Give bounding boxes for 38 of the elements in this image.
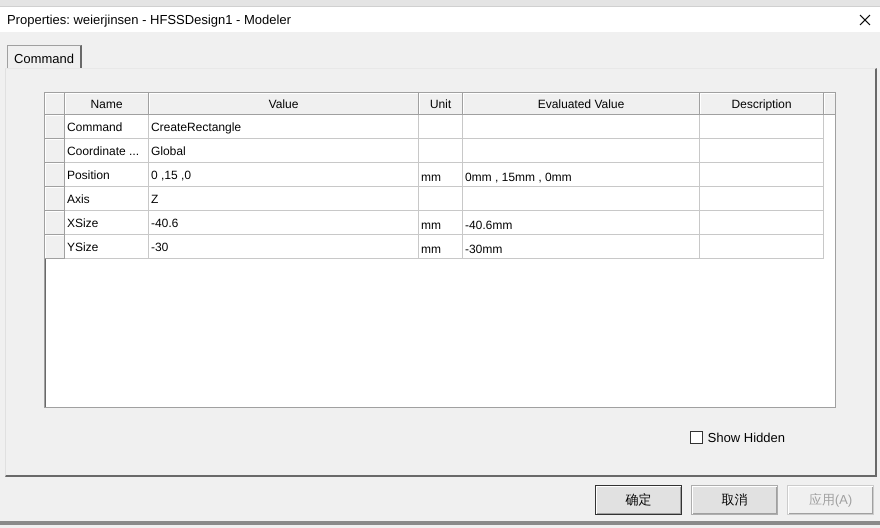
table-cell: CreateRectangle (149, 115, 419, 139)
column-header[interactable]: Name (65, 93, 149, 115)
table-cell: Command (65, 115, 149, 139)
close-icon[interactable] (859, 14, 871, 26)
table-cell: -40.6 (149, 211, 419, 235)
table-cell: -30 (149, 235, 419, 259)
row-header[interactable] (45, 187, 65, 211)
table-cell: XSize (65, 211, 149, 235)
column-header[interactable]: Unit (419, 93, 463, 115)
table-cell: 0 ,15 ,0 (149, 163, 419, 187)
row-header[interactable] (45, 115, 65, 139)
table-cell: mm (419, 211, 463, 235)
empty-cell (419, 139, 463, 163)
row-header[interactable] (45, 211, 65, 235)
row-header[interactable] (45, 163, 65, 187)
table-cell: -30mm (463, 235, 700, 259)
tab[interactable]: Command (7, 45, 82, 68)
table-cell: YSize (65, 235, 149, 259)
row-header[interactable] (45, 235, 65, 259)
table-cell: Z (149, 187, 419, 211)
table-cell: 0mm , 15mm , 0mm (463, 163, 700, 187)
empty-cell (419, 115, 463, 139)
table-cell: Position (65, 163, 149, 187)
table-cell: mm (419, 235, 463, 259)
column-header[interactable]: Value (149, 93, 419, 115)
table-cell: Coordinate ... (65, 139, 149, 163)
table-cell: Axis (65, 187, 149, 211)
column-header[interactable]: Description (700, 93, 824, 115)
empty-cell (419, 187, 463, 211)
dialog-button[interactable]: 确定 (595, 485, 682, 515)
row-header[interactable] (45, 139, 65, 163)
show-hidden-checkbox[interactable]: Show Hidden (690, 430, 785, 445)
table-cell: -40.6mm (463, 211, 700, 235)
window-title: Properties: weierjinsen - HFSSDesign1 - Modeler (7, 12, 291, 27)
table-cell: Global (149, 139, 419, 163)
table-cell: mm (419, 163, 463, 187)
column-header[interactable]: Evaluated Value (463, 93, 700, 115)
dialog-button[interactable]: 取消 (691, 485, 778, 515)
